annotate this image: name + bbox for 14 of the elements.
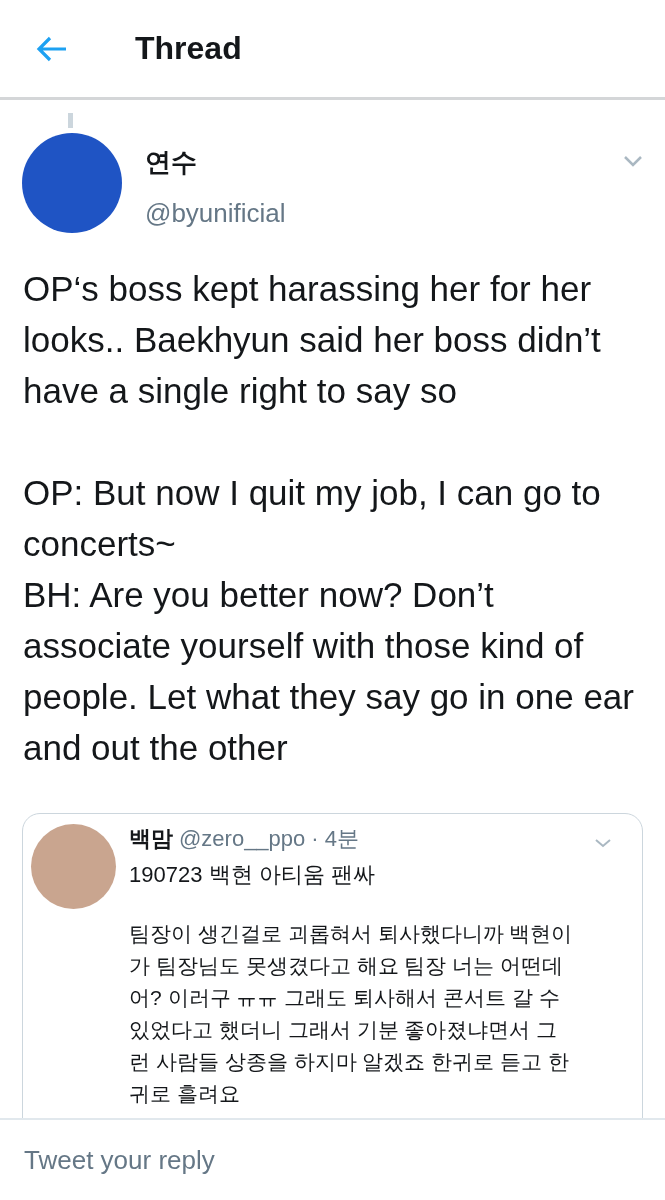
quoted-author-name: 백맘 bbox=[129, 825, 173, 853]
author-name: 연수 bbox=[145, 146, 198, 179]
author-handle: @byunificial bbox=[145, 198, 286, 229]
chevron-down-icon[interactable] bbox=[623, 155, 643, 167]
tweet-text: OP: But now I quit my job, I can go to concerts~ bbox=[23, 472, 602, 565]
quoted-tweet-text: 팀장이 생긴걸로 괴롭혀서 퇴사했다니까 백현이가 팀장님도 못생겼다고 해요 팀장 너는 어떤데 어? 이러구 ㅠㅠ 그래도 퇴사해서 콘서트 갈 수 있었다고 했더니 그래서 기분 좋아졌냐면서 그런 사람들 상종을 하지마 알겠죠 한귀로 듣고 한귀로 흘려요 bbox=[129, 921, 574, 1107]
chevron-down-icon bbox=[594, 838, 612, 848]
back-arrow-icon[interactable] bbox=[36, 34, 68, 63]
quoted-time: · 4분 bbox=[311, 825, 359, 853]
tweet-text: OP‘s boss kept harassing her for her looks.. Baekhyun said her boss didn’t have a single right to say so bbox=[23, 268, 602, 412]
quoted-author-handle: @zero__ppo bbox=[179, 826, 306, 852]
tweet-text: BH: Are you better now? Don’t associate yourself with those kind of people. Let what they say go in one ear and out the other bbox=[23, 574, 635, 769]
quoted-tweet-text: 190723 백현 아티움 팬싸 bbox=[129, 861, 376, 889]
header-title: Thread bbox=[135, 30, 242, 67]
